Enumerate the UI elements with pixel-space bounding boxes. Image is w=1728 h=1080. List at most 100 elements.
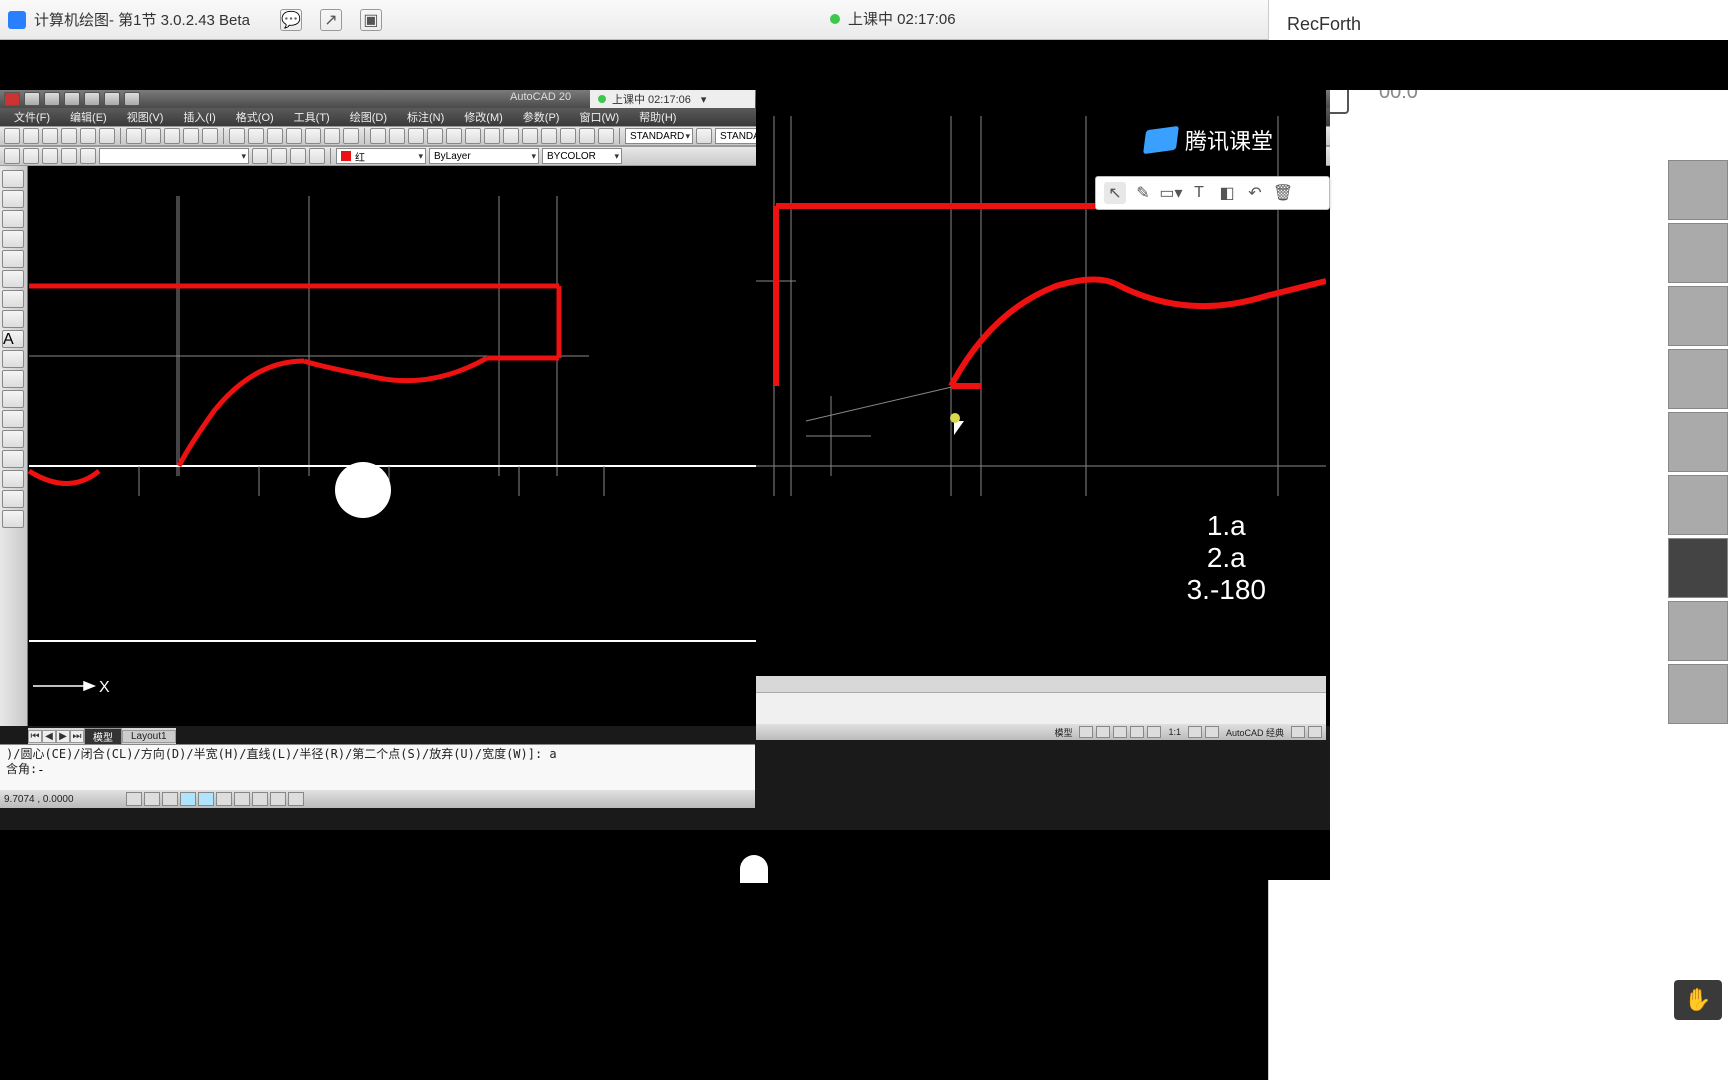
qat-redo-button[interactable] [104,92,120,106]
tab-last-button[interactable]: ⏭ [70,730,84,743]
tb-button[interactable] [164,128,180,144]
tb-button[interactable] [305,128,321,144]
thumb-item[interactable] [1668,412,1728,472]
lwt-toggle[interactable] [270,792,286,806]
menu-dimension[interactable]: 标注(N) [399,109,452,125]
tb-button[interactable] [61,128,77,144]
tb-button[interactable] [271,148,287,164]
tb-button[interactable] [324,128,340,144]
tb-button[interactable] [465,128,481,144]
menu-draw[interactable]: 绘图(D) [342,109,395,125]
qat-button[interactable] [4,92,20,106]
ortho-toggle[interactable] [162,792,178,806]
thumb-item[interactable] [1668,664,1728,724]
tb-button[interactable] [343,128,359,144]
revcloud-button[interactable] [2,450,24,468]
tb-button[interactable] [522,128,538,144]
thumb-item[interactable] [1668,160,1728,220]
tb-button[interactable] [4,128,20,144]
qat-open-button[interactable] [44,92,60,106]
point-button[interactable] [2,350,24,368]
menu-view[interactable]: 视图(V) [119,109,172,125]
table-button[interactable] [2,390,24,408]
boundary-button[interactable] [2,490,24,508]
command-window[interactable]: )/圆心(CE)/闭合(CL)/方向(D)/半宽(H)/直线(L)/半径(R)/… [0,744,755,790]
thumb-item[interactable] [1668,349,1728,409]
hatch-button[interactable] [2,310,24,328]
snap-toggle[interactable] [126,792,142,806]
tab-prev-button[interactable]: ◀ [42,730,56,743]
mini-model-label[interactable]: 模型 [1050,726,1076,739]
mini-toggle[interactable] [1291,726,1305,738]
share-icon[interactable]: ↗ [320,9,342,31]
tb-button[interactable] [61,148,77,164]
tb-button[interactable] [560,128,576,144]
tb-button[interactable] [80,128,96,144]
spline-button[interactable] [2,290,24,308]
donut-button[interactable] [2,470,24,488]
grid-toggle[interactable] [144,792,160,806]
wipeout-button[interactable] [2,510,24,528]
circle-button[interactable] [2,210,24,228]
undo-icon[interactable]: ↶ [1244,182,1266,204]
tb-button[interactable] [408,128,424,144]
menu-format[interactable]: 格式(O) [228,109,282,125]
menu-param[interactable]: 参数(P) [515,109,568,125]
pointer-tool-icon[interactable]: ↖ [1104,182,1126,204]
mini-toggle[interactable] [1113,726,1127,738]
tb-button[interactable] [389,128,405,144]
rect-tool-icon[interactable]: ▭▾ [1160,182,1182,204]
tb-button[interactable] [696,128,712,144]
tb-button[interactable] [267,128,283,144]
mini-scale[interactable]: 1:1 [1164,727,1185,737]
rect-button[interactable] [2,250,24,268]
right-scrollbar[interactable] [756,676,1326,692]
tab-layout1[interactable]: Layout1 [122,730,176,743]
mini-workspace[interactable]: AutoCAD 经典 [1222,726,1288,739]
tb-button[interactable] [252,148,268,164]
textstyle-combo[interactable]: STANDARD [625,128,693,144]
tb-button[interactable] [80,148,96,164]
mini-toggle[interactable] [1096,726,1110,738]
tb-button[interactable] [202,128,218,144]
otrack-toggle[interactable] [216,792,232,806]
eraser-tool-icon[interactable]: ◧ [1216,182,1238,204]
clear-icon[interactable]: 🗑 [1272,182,1294,204]
mini-toggle[interactable] [1205,726,1219,738]
mini-toggle[interactable] [1079,726,1093,738]
menu-modify[interactable]: 修改(M) [456,109,511,125]
mini-toggle[interactable] [1130,726,1144,738]
tb-button[interactable] [579,128,595,144]
thumb-item[interactable] [1668,601,1728,661]
mini-toggle[interactable] [1308,726,1322,738]
menu-insert[interactable]: 插入(I) [175,109,223,125]
color-combo[interactable]: 红 [336,148,426,164]
mini-toggle[interactable] [1188,726,1202,738]
tb-button[interactable] [286,128,302,144]
qat-undo-button[interactable] [84,92,100,106]
stop-icon[interactable]: ▣ [360,9,382,31]
qat-save-button[interactable] [64,92,80,106]
bottom-slider-handle[interactable] [740,855,768,883]
tb-button[interactable] [484,128,500,144]
text-tool-icon[interactable]: T [1188,182,1210,204]
tb-button[interactable] [290,148,306,164]
tab-first-button[interactable]: ⏮ [28,730,42,743]
tb-button[interactable] [427,128,443,144]
mini-toggle[interactable] [1147,726,1161,738]
thumb-item[interactable] [1668,223,1728,283]
menu-file[interactable]: 文件(F) [6,109,58,125]
osnap-toggle[interactable] [198,792,214,806]
tb-button[interactable] [503,128,519,144]
tb-button[interactable] [23,128,39,144]
plotcolor-combo[interactable]: BYCOLOR [542,148,622,164]
polar-toggle[interactable] [180,792,196,806]
block-button[interactable] [2,410,24,428]
tb-button[interactable] [42,128,58,144]
line-button[interactable] [2,170,24,188]
ducs-toggle[interactable] [234,792,250,806]
region-button[interactable] [2,370,24,388]
qat-print-button[interactable] [124,92,140,106]
tb-button[interactable] [4,148,20,164]
menu-edit[interactable]: 编辑(E) [62,109,115,125]
